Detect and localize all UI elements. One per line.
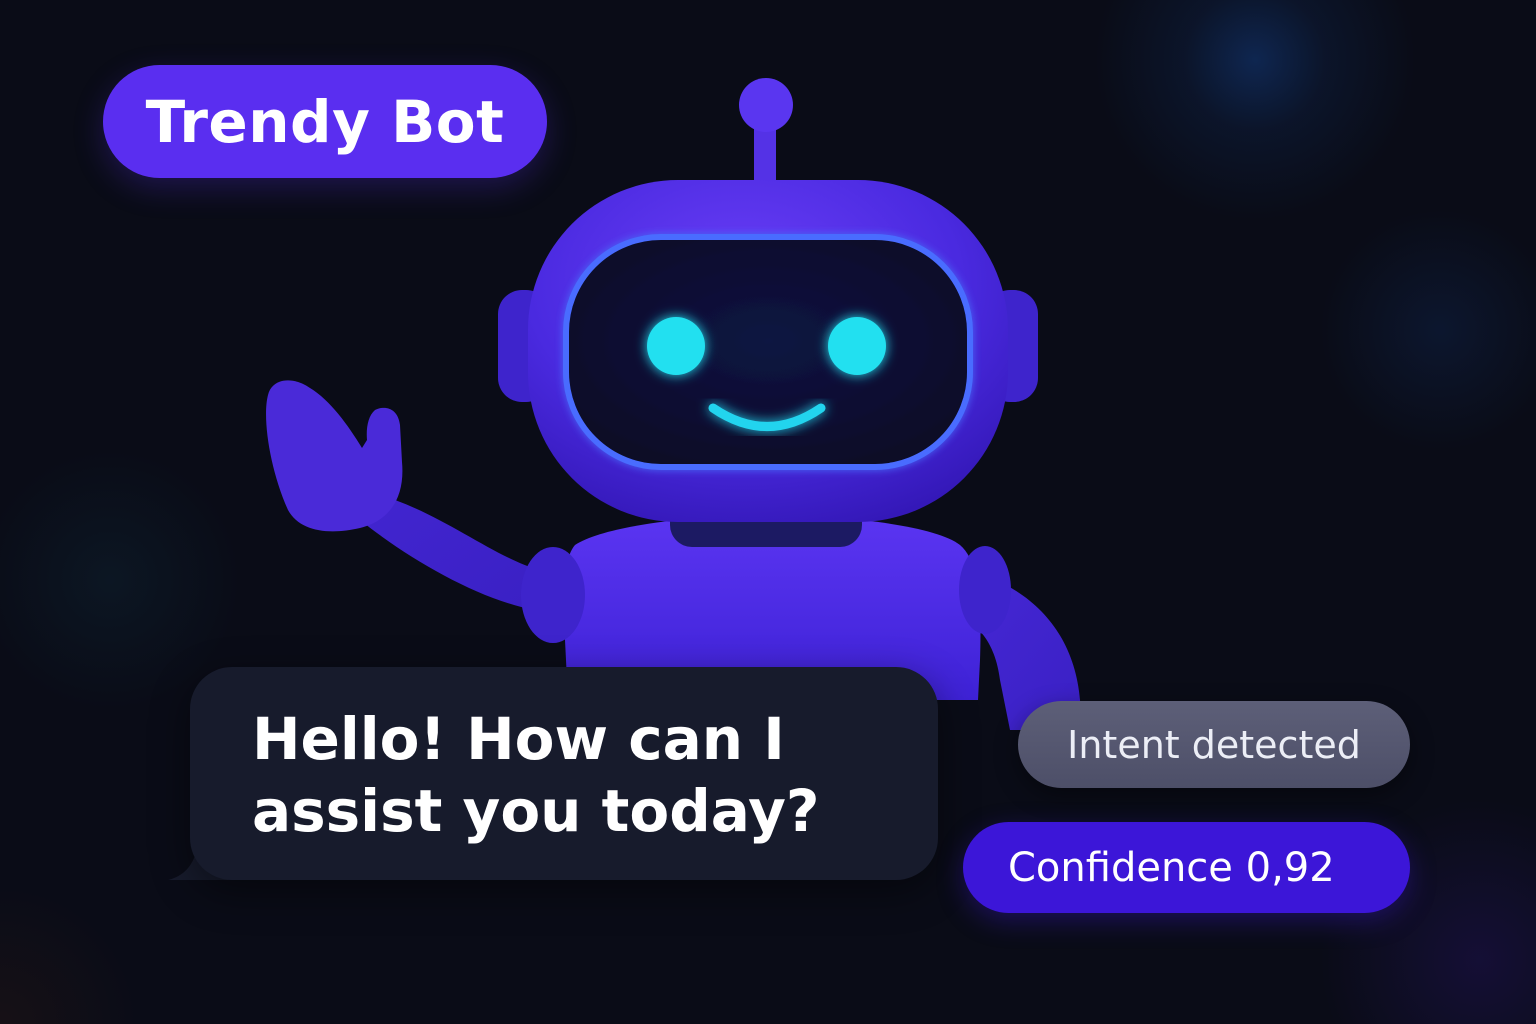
confidence-value: 0,92 (1245, 844, 1335, 891)
bot-name-label: Trendy Bot (145, 87, 505, 156)
confidence-label: Confidence (1008, 844, 1233, 891)
chat-message-text: Hello! How can I assist you today? (252, 705, 820, 845)
confidence-badge: Confidence 0,92 (963, 822, 1410, 913)
intent-detected-label: Intent detected (1067, 722, 1361, 767)
app-canvas: Trendy Bot Hello! How can I assist you t… (0, 0, 1536, 1024)
bot-name-badge: Trendy Bot (103, 65, 547, 178)
intent-detected-badge: Intent detected (1018, 701, 1410, 788)
